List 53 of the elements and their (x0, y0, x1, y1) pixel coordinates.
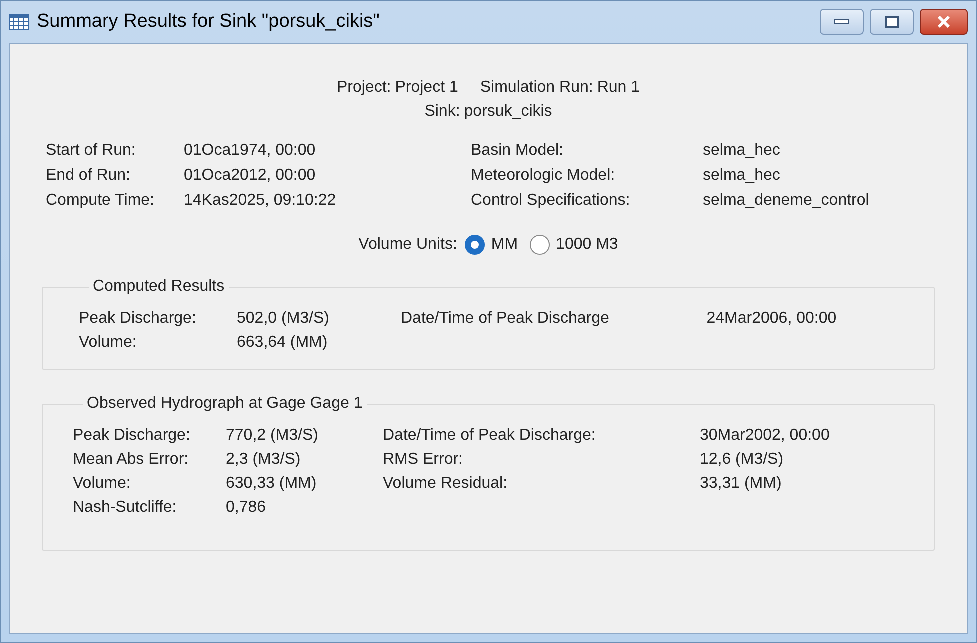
field-label: RMS Error: (383, 450, 464, 470)
field-value: 30Mar2002, 00:00 (700, 426, 831, 446)
field-value: 33,31 (MM) (700, 474, 783, 494)
field-label: End of Run: (46, 166, 132, 186)
field-value: 14Kas2025, 09:10:22 (184, 191, 338, 211)
field-label: Mean Abs Error: (73, 450, 190, 470)
field-value: 0,786 (226, 498, 268, 518)
field-label: Volume: (79, 333, 138, 353)
project-label: Project: (336, 78, 392, 98)
unit-radio-option[interactable]: MM (465, 233, 518, 257)
field-label: Volume Residual: (383, 474, 509, 494)
field-label: Date/Time of Peak Discharge: (383, 426, 597, 446)
group-title: Observed Hydrograph at Gage Gage 1 (87, 395, 363, 412)
unit-radio-option[interactable]: 1000 M3 (530, 233, 618, 257)
field-label: Peak Discharge: (73, 426, 192, 446)
field-value: 630,33 (MM) (226, 474, 318, 494)
field-label: Meteorologic Model: (471, 166, 616, 186)
field-label: Date/Time of Peak Discharge (401, 309, 610, 329)
close-icon (937, 16, 951, 28)
radio-button[interactable] (530, 235, 550, 255)
field-label: Basin Model: (471, 141, 564, 161)
minimize-icon (834, 19, 850, 25)
field-label: Peak Discharge: (79, 309, 198, 329)
field-value: 770,2 (M3/S) (226, 426, 320, 446)
field-value: 502,0 (M3/S) (237, 309, 330, 329)
sink-label: Sink: (424, 102, 460, 122)
run-value: Run 1 (597, 78, 640, 98)
field-value: 01Oca2012, 00:00 (184, 166, 317, 186)
field-value: selma_hec (703, 166, 782, 186)
field-label: Volume: (73, 474, 132, 494)
field-value: 12,6 (M3/S) (700, 450, 785, 470)
field-value: selma_deneme_control (703, 191, 870, 211)
field-value: selma_hec (703, 141, 782, 161)
sink-value: porsuk_cikis (464, 102, 552, 122)
project-value: Project 1 (395, 78, 458, 98)
close-button[interactable] (920, 9, 968, 35)
field-value: 24Mar2006, 00:00 (706, 309, 838, 329)
field-value: 2,3 (M3/S) (226, 450, 302, 470)
group-title: Computed Results (93, 278, 225, 295)
maximize-button[interactable] (870, 9, 914, 35)
radio-button[interactable] (465, 235, 486, 255)
field-label: Control Specifications: (471, 191, 632, 211)
field-label: Compute Time: (46, 191, 156, 211)
window-title: Summary Results for Sink "porsuk_cikis" (37, 10, 380, 34)
field-label: Nash-Sutcliffe: (73, 498, 178, 518)
minimize-button[interactable] (820, 9, 864, 35)
field-label: Start of Run: (46, 141, 137, 161)
field-value: 01Oca1974, 00:00 (184, 141, 317, 161)
maximize-icon (885, 16, 899, 28)
field-value: 663,64 (MM) (237, 333, 329, 353)
run-label: Simulation Run: (480, 78, 594, 98)
table-icon (9, 14, 29, 30)
volume-units-label: Volume Units: (358, 235, 458, 255)
